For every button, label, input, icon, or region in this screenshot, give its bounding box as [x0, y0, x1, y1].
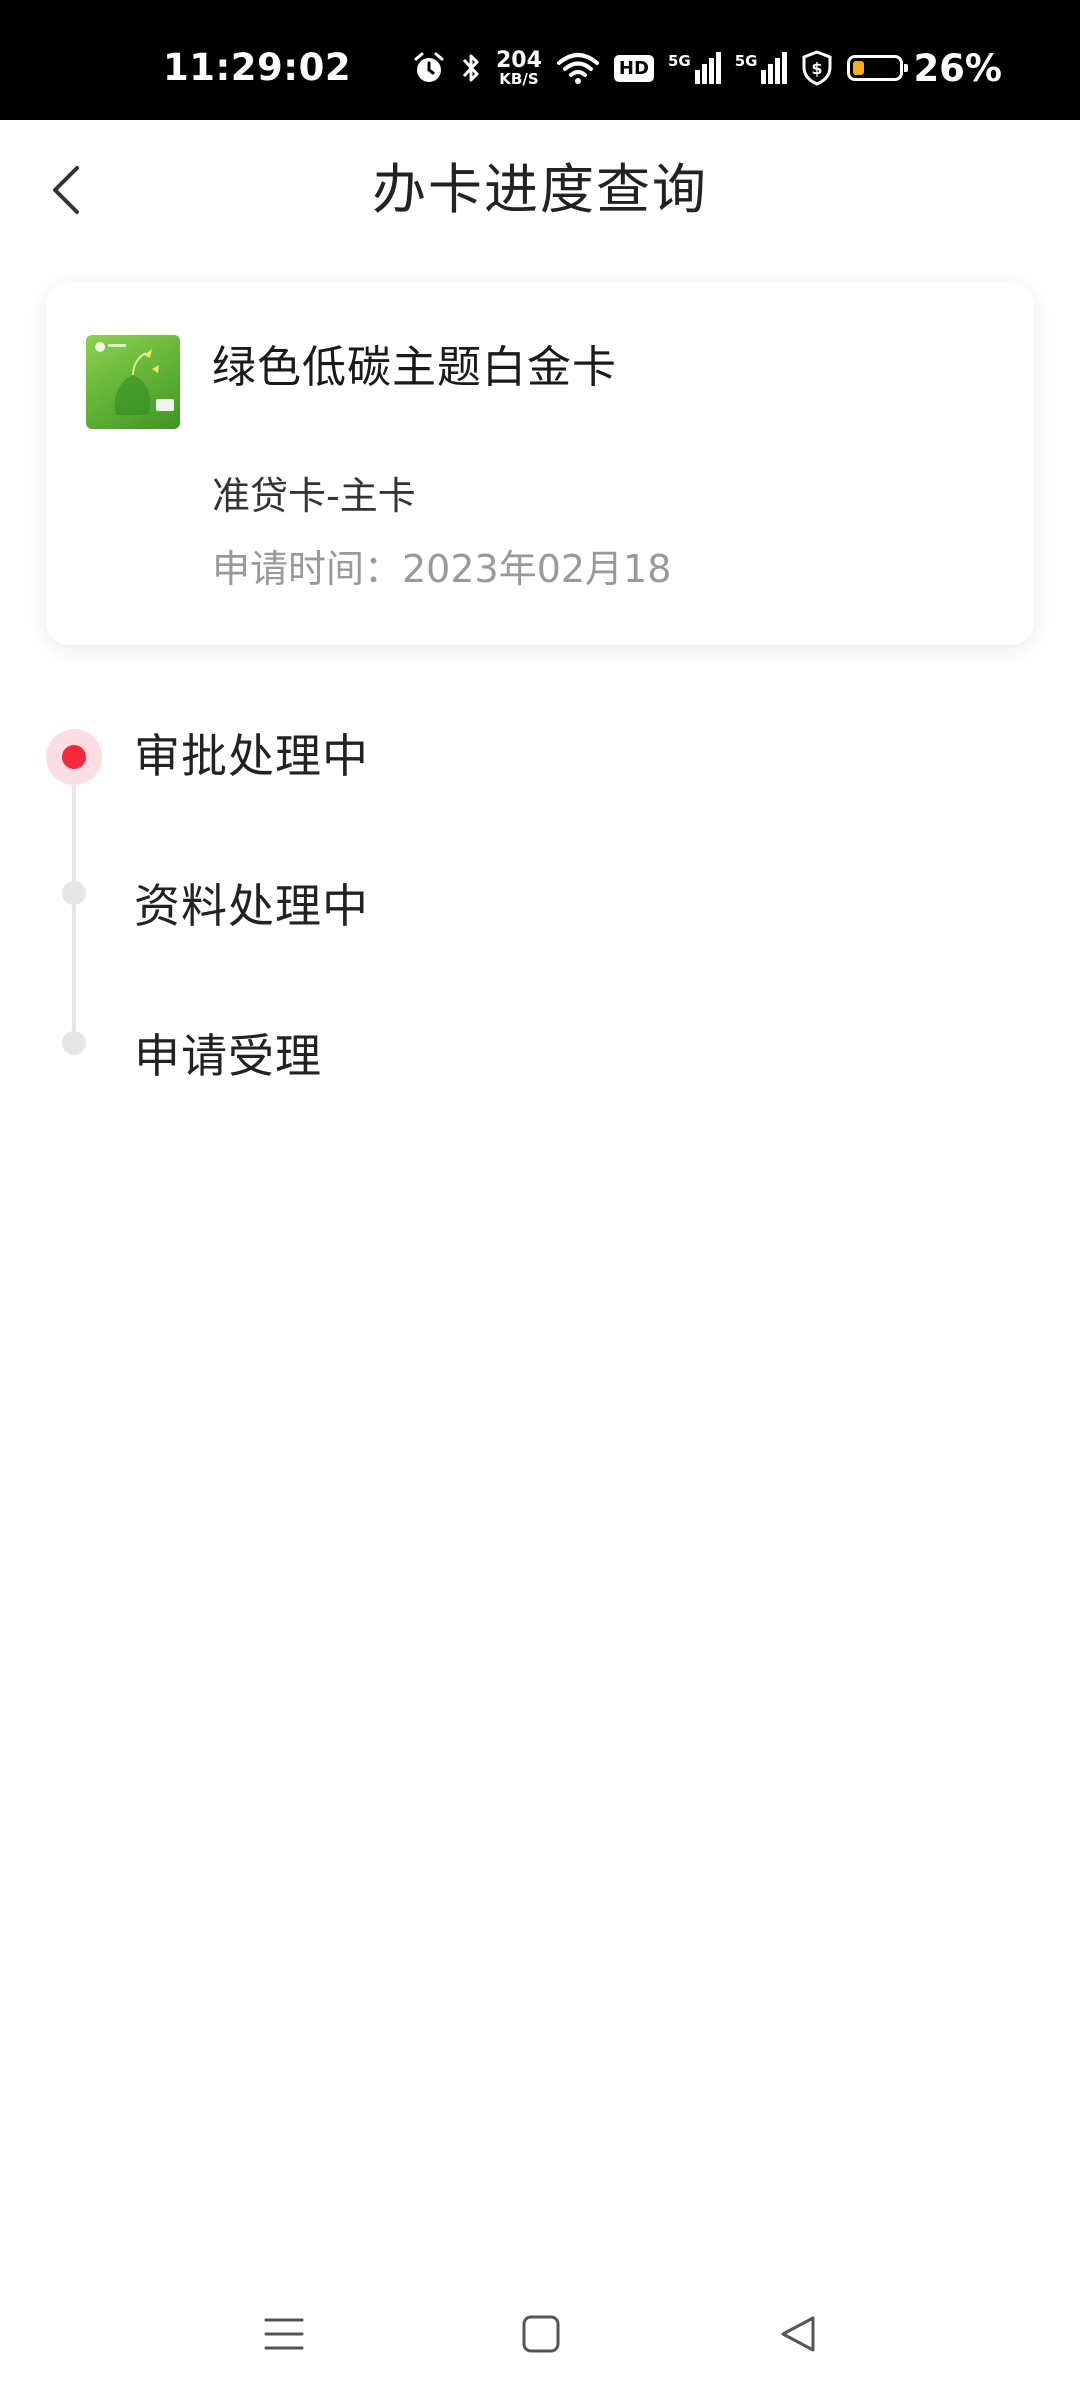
svg-text:$: $ [812, 59, 823, 78]
timeline-dot-active [46, 729, 102, 785]
progress-timeline: 审批处理中 资料处理中 申请受理 [0, 700, 1080, 1100]
recent-apps-button[interactable] [224, 2268, 344, 2400]
status-bar: 11:29:02 204 KB/S HD 5G 5G $ 26% [0, 0, 1080, 120]
page-title: 办卡进度查询 [372, 158, 708, 221]
security-shield-icon: $ [801, 50, 833, 86]
back-nav-button[interactable] [738, 2268, 858, 2400]
network-type-2: 5G [734, 52, 758, 70]
battery-indicator: 26% [847, 47, 1002, 90]
card-info-panel[interactable]: 绿色低碳主题白金卡 准贷卡-主卡 申请时间：2023年02月18 [46, 283, 1034, 645]
system-navigation-bar [0, 2268, 1080, 2400]
network-speed-unit: KB/S [499, 69, 539, 88]
network-speed-value: 204 [495, 47, 542, 73]
timeline-step-accepted: 申请受理 [0, 1000, 1080, 1083]
chevron-left-icon [53, 166, 79, 214]
home-button[interactable] [481, 2268, 601, 2400]
network-speed: 204 KB/S [495, 47, 542, 88]
network-type-1: 5G [667, 52, 691, 70]
timeline-step-label: 审批处理中 [134, 729, 369, 783]
wifi-icon [556, 51, 600, 85]
back-triangle-icon [781, 2316, 815, 2352]
timeline-step-documents: 资料处理中 [0, 850, 1080, 933]
alarm-icon [412, 51, 446, 85]
battery-percent: 26% [913, 46, 1002, 90]
card-type: 准贷卡-主卡 [212, 474, 416, 518]
header: 办卡进度查询 [0, 120, 1080, 260]
signal-strength-1: 5G [668, 52, 721, 84]
menu-icon [264, 2318, 304, 2350]
apply-time: 申请时间：2023年02月18 [212, 547, 672, 591]
signal-strength-2: 5G [735, 52, 788, 84]
timeline-step-approval: 审批处理中 [0, 700, 1080, 785]
timeline-dot [62, 1031, 86, 1055]
timeline-dot [62, 881, 86, 905]
credit-card-image [86, 335, 180, 429]
battery-icon [847, 55, 909, 81]
timeline-step-label: 资料处理中 [134, 879, 369, 933]
card-name: 绿色低碳主题白金卡 [212, 342, 617, 393]
battery-fill [853, 61, 865, 75]
hd-voice-badge: HD [613, 54, 654, 82]
home-square-icon [522, 2315, 560, 2353]
bluetooth-icon [460, 51, 482, 85]
status-time: 11:29:02 [163, 46, 352, 89]
timeline-step-label: 申请受理 [134, 1029, 322, 1083]
status-icons: 204 KB/S HD 5G 5G $ 26% [412, 47, 1002, 90]
back-button[interactable] [30, 155, 100, 225]
